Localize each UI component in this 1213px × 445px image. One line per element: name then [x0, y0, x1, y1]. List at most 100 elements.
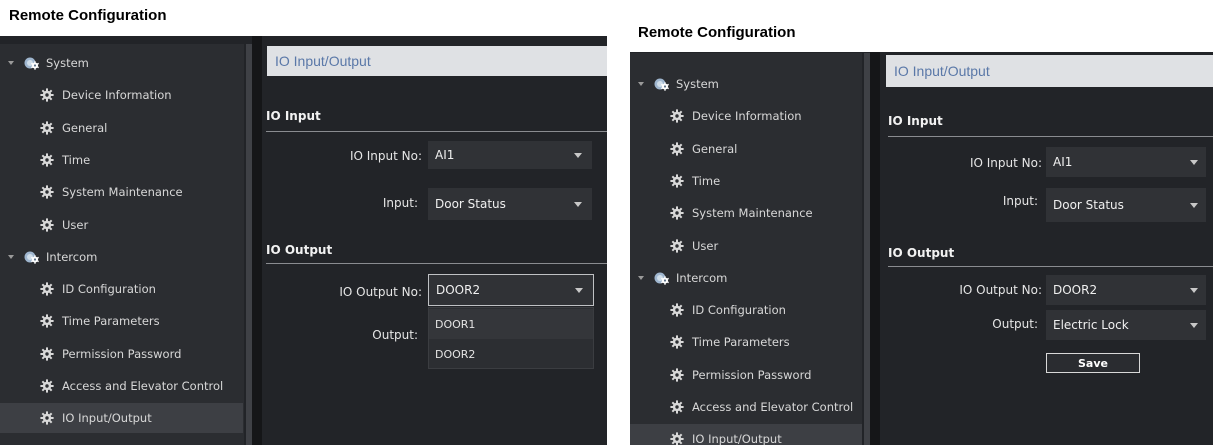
output-label: Output: — [372, 328, 418, 342]
sidebar-item-time[interactable]: Time — [630, 166, 862, 196]
select-value: Electric Lock — [1053, 318, 1129, 332]
caret-down-icon[interactable] — [8, 254, 14, 259]
gear-icon — [40, 411, 54, 425]
sidebar-item-label: Permission Password — [62, 346, 182, 361]
sidebar-item-label: User — [692, 238, 719, 253]
gear-icon — [670, 335, 684, 349]
io-output-section-title: IO Output — [888, 246, 955, 260]
gear-icon — [670, 109, 684, 123]
sidebar-item-permission-password[interactable]: Permission Password — [630, 360, 862, 390]
gear-icon — [40, 88, 54, 102]
sidebar-item-system[interactable]: System — [630, 69, 862, 99]
sidebar-item-id-configuration[interactable]: ID Configuration — [630, 295, 862, 325]
save-button[interactable]: Save — [1046, 353, 1140, 373]
sidebar-item-label: User — [62, 217, 89, 232]
sidebar-item-label: System — [676, 77, 719, 91]
gear-icon — [670, 303, 684, 317]
sidebar-item-user[interactable]: User — [630, 231, 862, 261]
sidebar-item-general[interactable]: General — [0, 113, 244, 143]
caret-down-icon[interactable] — [638, 82, 644, 86]
sidebar-item-access-and-elevator-control[interactable]: Access and Elevator Control — [0, 371, 244, 401]
caret-down-icon[interactable] — [8, 61, 14, 65]
sidebar-item-intercom[interactable]: Intercom — [0, 242, 244, 272]
gear-icon — [670, 141, 684, 156]
sidebar-item-label: Time Parameters — [692, 335, 790, 350]
select-value: Door Status — [435, 197, 506, 211]
select-value: DOOR2 — [436, 283, 481, 297]
io-input-no-select[interactable]: AI1 — [428, 141, 592, 169]
section-divider — [888, 136, 1213, 137]
gear-icon — [40, 185, 54, 199]
sidebar-item-system[interactable]: System — [0, 48, 244, 78]
io-input-no-label: IO Input No: — [969, 156, 1042, 170]
sidebar-item-label: System Maintenance — [692, 206, 813, 221]
select-value: AI1 — [1053, 155, 1073, 169]
dropdown-option-door2[interactable]: DOOR2 — [429, 339, 593, 369]
pane-divider — [252, 36, 262, 445]
gear-icon — [670, 400, 684, 414]
chevron-down-icon — [574, 153, 582, 158]
select-value: AI1 — [435, 148, 455, 162]
select-value: DOOR2 — [1053, 283, 1098, 297]
section-divider — [266, 263, 607, 264]
globe-gear-icon — [24, 249, 39, 264]
gear-icon — [40, 314, 54, 328]
sidebar-item-system-maintenance[interactable]: System Maintenance — [630, 198, 862, 228]
sidebar-item-io-input-output[interactable]: IO Input/Output — [0, 403, 243, 434]
dropdown-option-door1[interactable]: DOOR1 — [429, 309, 593, 339]
window-title: Remote Configuration — [0, 0, 607, 36]
output-select[interactable]: Electric Lock — [1046, 310, 1206, 340]
sidebar-item-label: ID Configuration — [62, 282, 156, 297]
io-input-no-select[interactable]: AI1 — [1046, 147, 1206, 177]
chevron-down-icon — [1190, 323, 1198, 328]
globe-gear-icon — [654, 270, 669, 285]
sidebar-item-system-maintenance[interactable]: System Maintenance — [0, 177, 244, 207]
gear-icon — [40, 282, 54, 296]
left-config-window: Remote Configuration System Device Inform… — [0, 0, 607, 445]
sidebar-item-label: General — [62, 120, 108, 135]
sidebar-item-label: Access and Elevator Control — [62, 379, 224, 393]
sidebar-item-permission-password[interactable]: Permission Password — [0, 339, 244, 369]
sidebar-item-label: Time — [692, 173, 721, 188]
io-output-no-label: IO Output No: — [339, 285, 422, 299]
page-title: IO Input/Output — [267, 46, 607, 76]
io-output-no-select[interactable]: DOOR2 — [428, 274, 594, 306]
sidebar-item-access-and-elevator-control[interactable]: Access and Elevator Control — [630, 392, 862, 422]
sidebar-item-device-information[interactable]: Device Information — [0, 80, 244, 110]
io-output-section-title: IO Output — [266, 243, 333, 257]
sidebar-item-label: Intercom — [676, 270, 728, 285]
sidebar-item-label: System Maintenance — [62, 185, 183, 200]
sidebar-item-general[interactable]: General — [630, 134, 862, 164]
page-title: IO Input/Output — [886, 55, 1213, 87]
io-input-no-label: IO Input No: — [349, 149, 422, 163]
io-output-no-select[interactable]: DOOR2 — [1046, 275, 1206, 305]
gear-icon — [40, 217, 54, 232]
globe-gear-icon — [24, 55, 39, 70]
chevron-down-icon — [1190, 288, 1198, 293]
sidebar-item-user[interactable]: User — [0, 210, 244, 240]
sidebar-item-intercom[interactable]: Intercom — [630, 263, 862, 293]
section-divider — [888, 266, 1213, 267]
sidebar-item-label: Device Information — [62, 88, 172, 103]
sidebar-item-time-parameters[interactable]: Time Parameters — [630, 327, 862, 357]
caret-down-icon[interactable] — [638, 275, 644, 280]
section-divider — [266, 131, 607, 132]
sidebar-item-device-information[interactable]: Device Information — [630, 101, 862, 131]
sidebar-item-id-configuration[interactable]: ID Configuration — [0, 274, 244, 304]
sidebar-item-time-parameters[interactable]: Time Parameters — [0, 306, 244, 336]
output-label: Output: — [992, 317, 1038, 331]
io-input-section-title: IO Input — [888, 114, 943, 128]
chevron-down-icon — [1190, 160, 1198, 165]
gear-icon — [40, 120, 54, 135]
gear-icon — [670, 206, 684, 220]
sidebar-item-io-input-output[interactable]: IO Input/Output — [630, 424, 862, 445]
sidebar-item-label: Time Parameters — [62, 314, 160, 329]
input-label: Input: — [382, 196, 418, 210]
sidebar-item-time[interactable]: Time — [0, 145, 244, 175]
sidebar-item-label: IO Input/Output — [62, 411, 152, 426]
gear-icon — [40, 153, 54, 167]
io-input-section-title: IO Input — [266, 109, 321, 123]
sidebar-item-label: ID Configuration — [692, 303, 786, 318]
input-select[interactable]: Door Status — [1046, 188, 1206, 222]
input-select[interactable]: Door Status — [428, 188, 592, 220]
